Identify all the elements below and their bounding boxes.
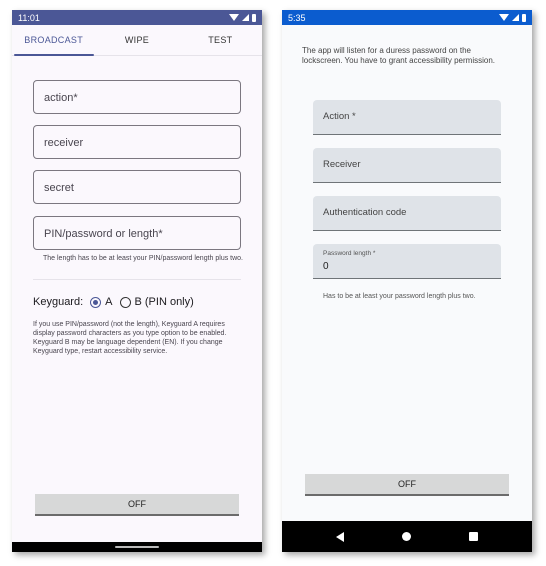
home-icon[interactable] (402, 532, 411, 541)
pin-helper-text: The length has to be at least your PIN/p… (43, 255, 244, 262)
phone-screen-duress: 5:35 The app will listen for a duress pa… (282, 10, 532, 552)
password-length-label: Password length * (323, 250, 376, 257)
status-bar: 5:35 (282, 10, 532, 25)
divider (33, 279, 241, 280)
secret-input[interactable]: secret (33, 170, 241, 204)
keyguard-row: Keyguard: A B (PIN only) (33, 296, 194, 308)
keyguard-a-label[interactable]: A (105, 296, 112, 308)
keyguard-description: If you use PIN/password (not the length)… (33, 321, 227, 355)
off-toggle-button[interactable]: OFF (305, 474, 509, 496)
home-gesture-handle[interactable] (115, 546, 159, 548)
wifi-icon (229, 14, 239, 21)
tab-test[interactable]: TEST (179, 25, 262, 55)
receiver-input[interactable]: receiver (33, 125, 241, 159)
wifi-icon (499, 14, 509, 21)
keyguard-label: Keyguard: (33, 296, 84, 308)
phone-screen-broadcast: 11:01 BROADCAST WIPE TEST action* receiv… (12, 10, 262, 552)
back-icon[interactable] (336, 531, 344, 542)
navigation-bar (282, 521, 532, 552)
recent-apps-icon[interactable] (469, 532, 478, 541)
signal-icon (242, 14, 249, 21)
tab-bar: BROADCAST WIPE TEST (12, 25, 262, 56)
password-helper-text: Has to be at least your password length … (323, 293, 476, 300)
signal-icon (512, 14, 519, 21)
keyguard-b-radio[interactable] (119, 296, 131, 308)
status-bar: 11:01 (12, 10, 262, 25)
pin-input[interactable]: PIN/password or length* (33, 216, 241, 250)
keyguard-a-radio[interactable] (90, 296, 102, 308)
tab-wipe[interactable]: WIPE (95, 25, 178, 55)
tab-broadcast[interactable]: BROADCAST (12, 25, 95, 55)
password-length-value: 0 (323, 261, 329, 272)
status-time: 11:01 (18, 12, 40, 23)
battery-icon (522, 13, 526, 22)
authentication-code-input[interactable]: Authentication code (313, 196, 501, 231)
receiver-input[interactable]: Receiver (313, 148, 501, 183)
battery-icon (252, 13, 256, 22)
action-input[interactable]: Action * (313, 100, 501, 135)
navigation-bar (12, 542, 262, 552)
keyguard-b-label[interactable]: B (PIN only) (135, 296, 194, 308)
tab-indicator (14, 54, 94, 56)
intro-text: The app will listen for a duress passwor… (302, 46, 495, 65)
status-time: 5:35 (288, 12, 306, 23)
password-length-input[interactable]: Password length * 0 (313, 244, 501, 279)
action-input[interactable]: action* (33, 80, 241, 114)
off-toggle-button[interactable]: OFF (35, 494, 239, 516)
